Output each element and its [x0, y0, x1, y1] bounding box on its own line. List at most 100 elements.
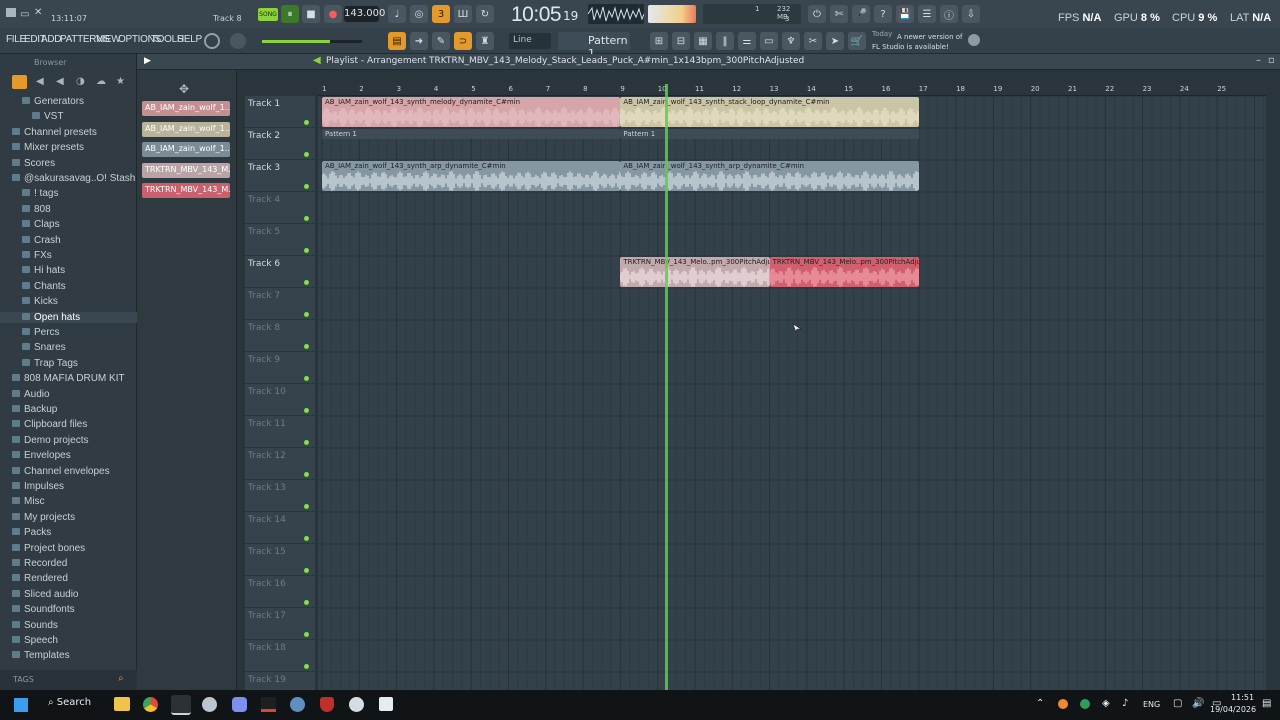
browser-item[interactable]: Soundfonts: [12, 604, 75, 615]
browser-item[interactable]: Scores: [12, 158, 55, 169]
channel-rack-icon[interactable]: ⚌: [738, 32, 756, 50]
picker-clip[interactable]: AB_IAM_zain_wolf_1...: [142, 142, 230, 157]
browser-item[interactable]: Packs: [12, 527, 51, 538]
fl-studio-icon[interactable]: [171, 695, 191, 715]
track-mute-led[interactable]: [304, 376, 309, 381]
browser-item[interactable]: ! tags: [22, 188, 58, 199]
browser-item[interactable]: Sliced audio: [12, 589, 78, 600]
pause-button[interactable]: ⏸: [281, 5, 299, 23]
browser-star-icon[interactable]: ★: [116, 76, 125, 87]
browser-item[interactable]: Mixer presets: [12, 142, 84, 153]
menu-file[interactable]: FILE: [6, 34, 26, 45]
picker-clip[interactable]: AB_IAM_zain_wolf_1...: [142, 121, 230, 137]
language-indicator[interactable]: ENG: [1143, 700, 1160, 709]
browser-item[interactable]: Trap Tags: [22, 358, 78, 369]
browser-back-icon[interactable]: ◀: [36, 76, 44, 87]
track-mute-led[interactable]: [304, 664, 309, 669]
browser-item[interactable]: Crash: [22, 235, 61, 246]
tags-search-icon[interactable]: ⌕: [118, 673, 124, 684]
track-mute-led[interactable]: [304, 312, 309, 317]
browser-item[interactable]: 808 MAFIA DRUM KIT: [12, 373, 125, 384]
track-header[interactable]: Track 8: [245, 320, 315, 352]
track-mute-led[interactable]: [304, 216, 309, 221]
magnet-icon[interactable]: ⊃: [454, 32, 472, 50]
track-header[interactable]: Track 5: [245, 224, 315, 256]
picker-clip[interactable]: TRKTRN_MBV_143_M...: [142, 162, 230, 178]
chrome-icon[interactable]: [143, 697, 158, 712]
menu-add[interactable]: ADD: [41, 34, 62, 45]
track-mute-led[interactable]: [304, 120, 309, 125]
track-header[interactable]: Track 2: [245, 128, 315, 160]
download-button[interactable]: ⇩: [962, 5, 980, 23]
track-header[interactable]: Track 9: [245, 352, 315, 384]
help-button[interactable]: ?: [874, 5, 892, 23]
browser-item[interactable]: Open hats: [0, 311, 137, 323]
browser-forward-icon[interactable]: ◀: [56, 76, 64, 87]
track-mute-led[interactable]: [304, 600, 309, 605]
browser-item[interactable]: Chants: [22, 281, 66, 292]
browser-item[interactable]: Channel presets: [12, 127, 97, 138]
browser-item[interactable]: Clipboard files: [12, 419, 87, 430]
plus-icon[interactable]: ⊞: [650, 32, 668, 50]
taskbar-time[interactable]: 11:51: [1231, 693, 1254, 702]
mic-button[interactable]: 🎤: [852, 5, 870, 23]
arrangement-clip[interactable]: Pattern 1: [322, 129, 621, 139]
track-mute-led[interactable]: [304, 568, 309, 573]
track-header[interactable]: Track 7: [245, 288, 315, 320]
wait-button[interactable]: ◎: [410, 5, 428, 23]
app-icon-white[interactable]: [379, 697, 393, 711]
browser-item[interactable]: Demo projects: [12, 435, 88, 446]
browser-refresh-icon[interactable]: ◑: [76, 76, 85, 87]
main-volume-knob[interactable]: [230, 33, 246, 49]
browser-item[interactable]: Templates: [12, 650, 70, 661]
browser-item[interactable]: Kicks: [22, 296, 58, 307]
save-button[interactable]: 💾: [896, 5, 914, 23]
browser-item[interactable]: Percs: [22, 327, 60, 338]
track-header[interactable]: Track 1: [245, 96, 315, 128]
browser-item[interactable]: Rendered: [12, 573, 68, 584]
playlist-menu-icon[interactable]: ▶: [144, 56, 151, 66]
track-header[interactable]: Track 12: [245, 448, 315, 480]
picker-clip[interactable]: TRKTRN_MBV_143_M...: [142, 183, 230, 198]
plugin-icon[interactable]: ♆: [782, 32, 800, 50]
track-header[interactable]: Track 15: [245, 544, 315, 576]
track-header[interactable]: Track 17: [245, 608, 315, 640]
browser-item[interactable]: Misc: [12, 496, 45, 507]
network-icon[interactable]: ▢: [1173, 698, 1182, 709]
track-header[interactable]: Track 16: [245, 576, 315, 608]
stop-button[interactable]: ■: [302, 5, 320, 23]
steam-icon[interactable]: [202, 697, 217, 712]
track-mute-led[interactable]: [304, 408, 309, 413]
browser-item[interactable]: Channel envelopes: [12, 466, 110, 477]
browser-item[interactable]: 808: [22, 204, 51, 215]
step-button[interactable]: Ш: [454, 5, 472, 23]
tempo-display[interactable]: 143.000: [344, 6, 385, 22]
track-header[interactable]: Track 3: [245, 160, 315, 192]
gear-icon[interactable]: [968, 34, 980, 46]
record-button[interactable]: ●: [324, 5, 342, 23]
countdown-button[interactable]: 3: [432, 5, 450, 23]
volume-icon[interactable]: 🔊: [1192, 698, 1204, 709]
tray-chrome-icon[interactable]: [1080, 699, 1090, 709]
browser-item[interactable]: Recorded: [12, 558, 67, 569]
notification-icon[interactable]: ▤: [1262, 698, 1271, 709]
track-header[interactable]: Track 11: [245, 416, 315, 448]
pattern-select[interactable]: Pattern 1: [558, 32, 630, 60]
browser-item[interactable]: Snares: [22, 342, 66, 353]
window-min-icon[interactable]: –: [1256, 55, 1261, 66]
track-mute-led[interactable]: [304, 344, 309, 349]
tray-wifi-icon[interactable]: ◈: [1102, 698, 1110, 709]
window-menu-icon[interactable]: [6, 8, 16, 17]
arrangement-clip[interactable]: TRKTRN_MBV_143_Melo..pm_300PitchAdjusted: [769, 257, 919, 287]
arrangement-clip[interactable]: AB_IAM_zain_wolf_143_synth_arp_dynamite_…: [322, 161, 621, 191]
shop-icon[interactable]: 🛒: [848, 32, 866, 50]
track-header[interactable]: Track 18: [245, 640, 315, 672]
track-mute-led[interactable]: [304, 504, 309, 509]
taskbar-date[interactable]: 19/04/2026: [1210, 705, 1256, 714]
browser-item[interactable]: Project bones: [12, 543, 85, 554]
mixer-button[interactable]: ☰: [918, 5, 936, 23]
playhead[interactable]: [665, 84, 669, 690]
track-mute-led[interactable]: [304, 280, 309, 285]
pen-icon[interactable]: ✎: [432, 32, 450, 50]
track-header[interactable]: Track 14: [245, 512, 315, 544]
